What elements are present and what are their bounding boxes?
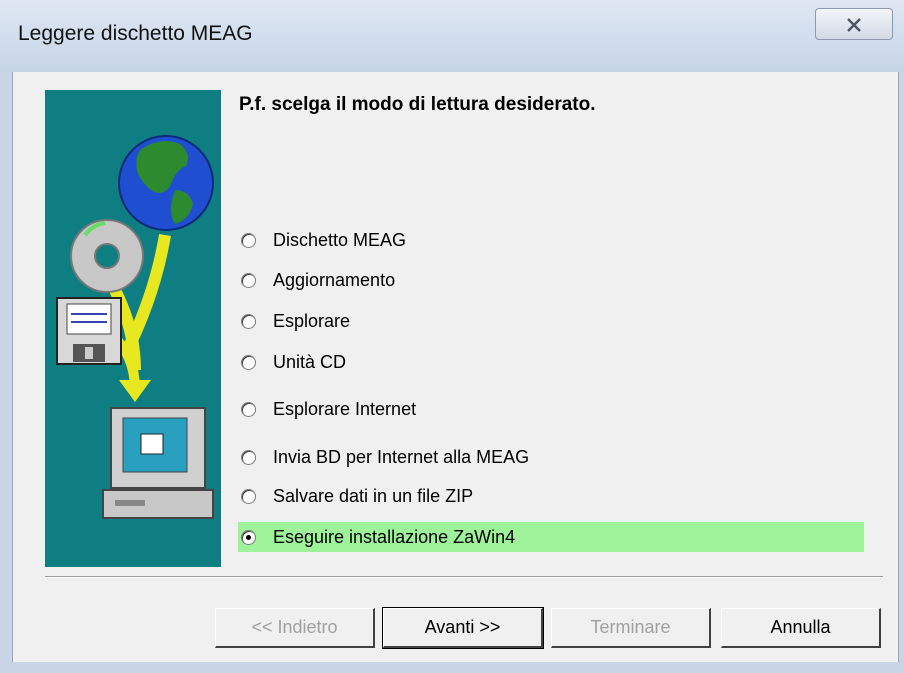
option-unita-cd[interactable]: Unità CD xyxy=(238,347,864,377)
divider-highlight xyxy=(45,577,883,578)
radio-button[interactable] xyxy=(241,272,256,288)
title-bar[interactable]: Leggere dischetto MEAG xyxy=(0,0,904,72)
radio-button[interactable] xyxy=(241,354,256,370)
cancel-button[interactable]: Annulla xyxy=(721,608,881,648)
option-esplorare-internet[interactable]: Esplorare Internet xyxy=(238,394,864,424)
radio-button[interactable] xyxy=(241,488,256,504)
option-label: Esplorare xyxy=(273,310,351,331)
option-label: Dischetto MEAG xyxy=(273,229,407,250)
option-invia-bd[interactable]: Invia BD per Internet alla MEAG xyxy=(238,442,864,472)
window-title: Leggere dischetto MEAG xyxy=(18,22,253,45)
option-label: Aggiornamento xyxy=(273,269,396,290)
option-label: Unità CD xyxy=(273,351,347,372)
finish-button[interactable]: Terminare xyxy=(551,608,711,648)
floppy-icon xyxy=(56,297,122,365)
option-dischetto-meag[interactable]: Dischetto MEAG xyxy=(238,225,864,255)
wizard-illustration xyxy=(45,90,221,567)
dialog-heading: P.f. scelga il modo di lettura desiderat… xyxy=(239,94,596,115)
radio-button[interactable] xyxy=(241,232,256,248)
window-border xyxy=(0,662,904,673)
dialog-body: P.f. scelga il modo di lettura desiderat… xyxy=(12,72,899,662)
option-label: Invia BD per Internet alla MEAG xyxy=(273,446,530,467)
option-label: Salvare dati in un file ZIP xyxy=(273,485,474,506)
computer-icon xyxy=(102,407,214,519)
close-button[interactable] xyxy=(815,8,893,40)
back-button[interactable]: << Indietro xyxy=(215,608,375,648)
radio-button[interactable] xyxy=(241,449,256,465)
radio-button[interactable] xyxy=(241,401,256,417)
option-label: Esplorare Internet xyxy=(273,398,417,419)
next-button[interactable]: Avanti >> xyxy=(382,607,544,649)
radio-button[interactable] xyxy=(241,313,256,329)
dialog-window: Leggere dischetto MEAG P.f. scelga il mo… xyxy=(0,0,904,673)
option-aggiornamento[interactable]: Aggiornamento xyxy=(238,265,864,295)
radio-button-selected[interactable] xyxy=(241,529,256,545)
close-x-icon xyxy=(847,18,861,32)
option-label: Eseguire installazione ZaWin4 xyxy=(273,526,516,547)
option-salvare-zip[interactable]: Salvare dati in un file ZIP xyxy=(238,481,864,511)
cd-icon xyxy=(70,219,144,293)
option-esplorare[interactable]: Esplorare xyxy=(238,306,864,336)
globe-icon xyxy=(118,135,214,231)
option-installazione-zawin4[interactable]: Eseguire installazione ZaWin4 xyxy=(238,522,864,552)
